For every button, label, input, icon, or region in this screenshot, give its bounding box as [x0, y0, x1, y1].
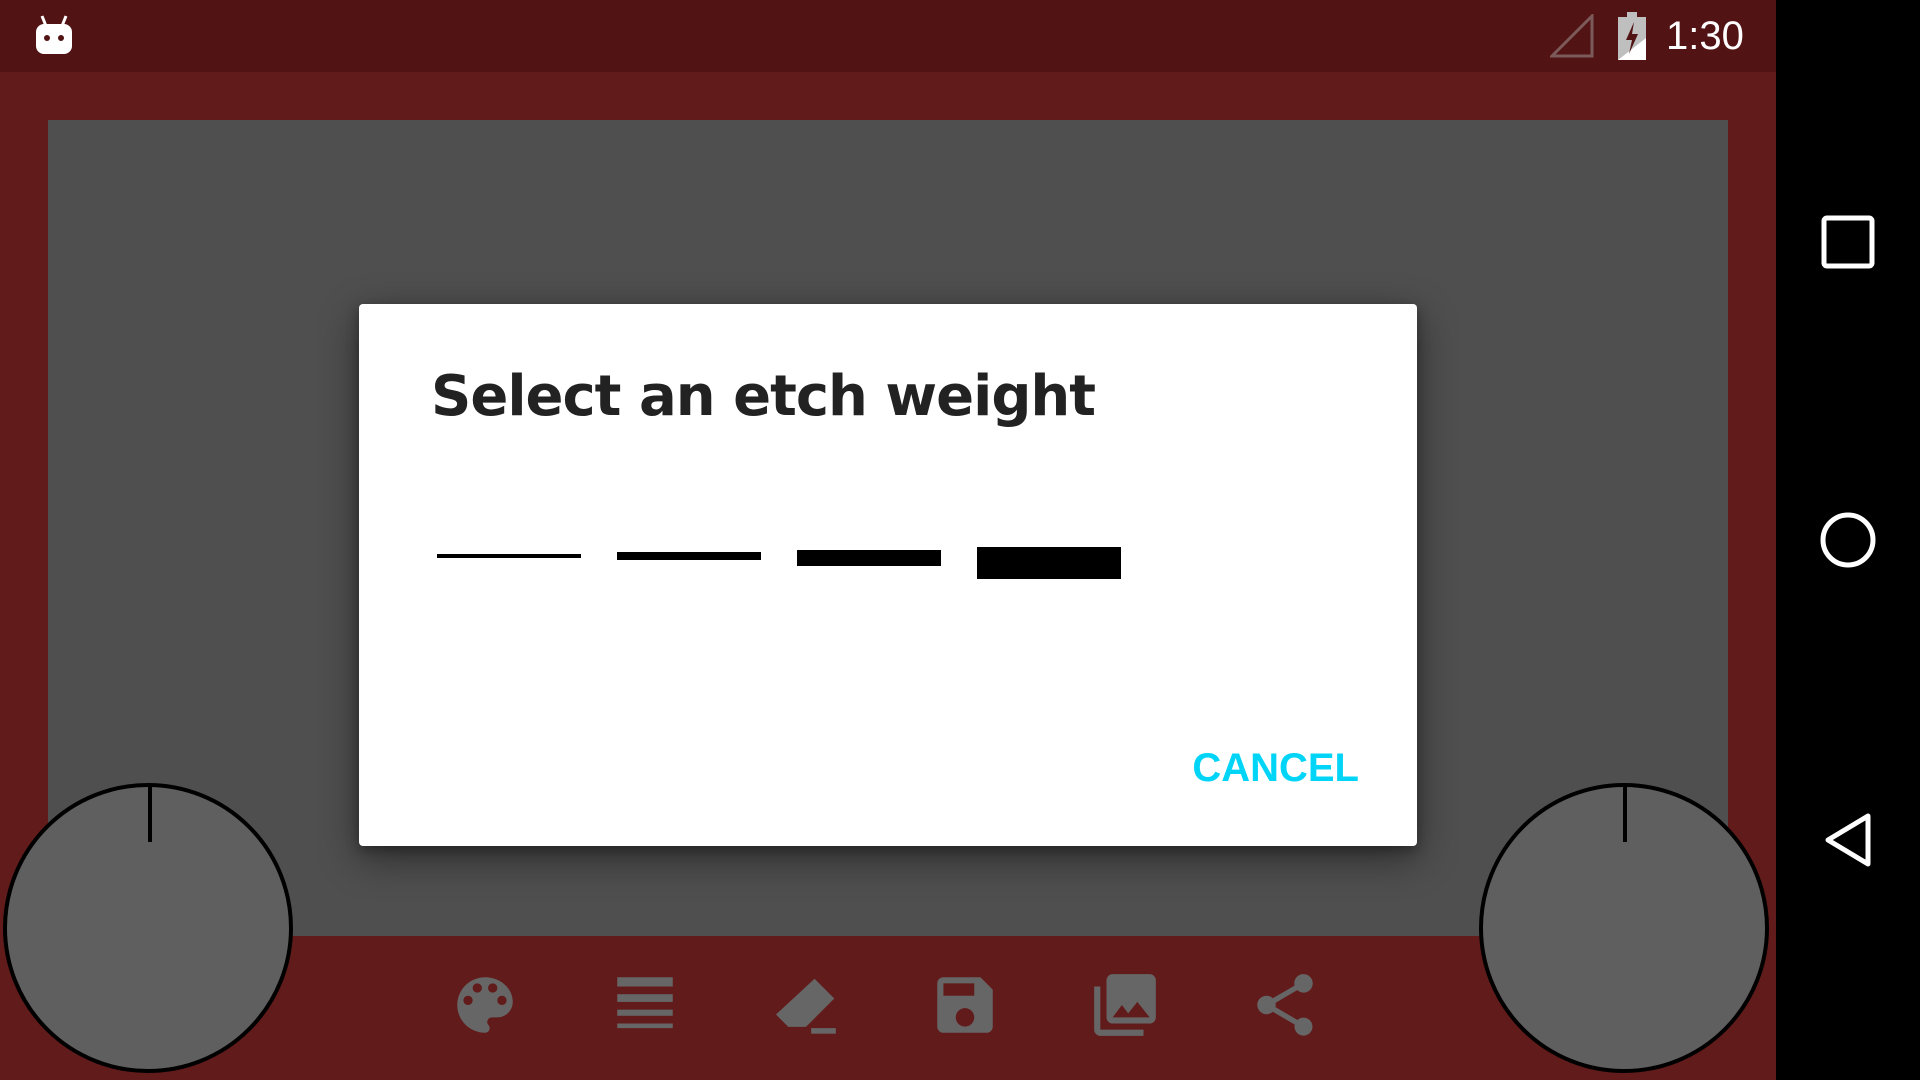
dialog-title: Select an etch weight: [431, 364, 1096, 429]
etch-weight-dialog: Select an etch weight CANCEL: [359, 304, 1417, 846]
recents-icon[interactable]: [1816, 210, 1880, 274]
weight-option-2[interactable]: [617, 526, 761, 586]
home-icon[interactable]: [1816, 508, 1880, 572]
weight-option-1[interactable]: [437, 526, 581, 586]
weight-options: [437, 526, 1157, 586]
back-icon[interactable]: [1816, 808, 1880, 872]
etch-app: 1:30 Select an etch weight CANCEL: [0, 0, 1776, 1080]
weight-option-3[interactable]: [797, 526, 941, 586]
navigation-bar: [1776, 0, 1920, 1080]
cancel-button[interactable]: CANCEL: [1179, 736, 1359, 800]
weight-option-4[interactable]: [977, 526, 1121, 586]
